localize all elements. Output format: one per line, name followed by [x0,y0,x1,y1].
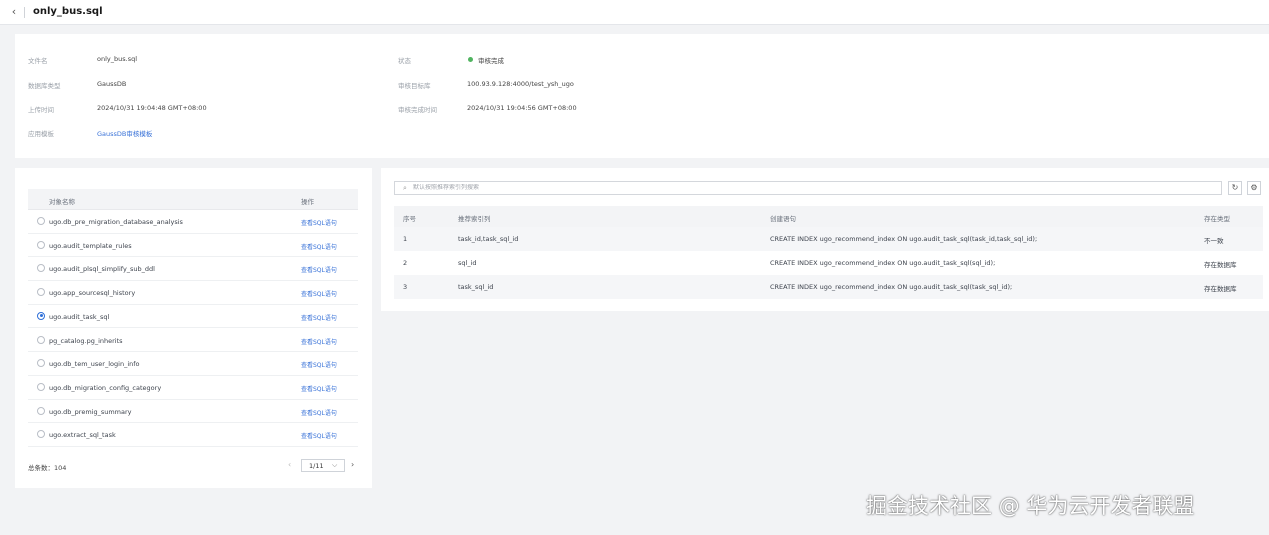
column-header-index-cols: 推荐索引列 [458,215,491,223]
create-statement: CREATE INDEX ugo_recommend_index ON ugo.… [770,283,1013,291]
table-row[interactable]: ugo.audit_task_sql 查看SQL语句 [28,305,358,329]
object-list-card: 对象名称 操作 ugo.db_pre_migration_database_an… [15,168,372,488]
column-header-action: 操作 [301,198,314,206]
column-header-exist-type: 存在类型 [1204,215,1230,223]
table-row[interactable]: ugo.audit_template_rules 查看SQL语句 [28,234,358,258]
next-page-icon[interactable]: › [351,460,354,469]
view-sql-link[interactable]: 查看SQL语句 [301,289,337,298]
table-row[interactable]: ugo.db_tem_user_login_info 查看SQL语句 [28,352,358,376]
view-sql-link[interactable]: 查看SQL语句 [301,242,337,251]
top-bar: ‹ only_bus.sql [0,0,1269,25]
view-sql-link[interactable]: 查看SQL语句 [301,218,337,227]
create-statement: CREATE INDEX ugo_recommend_index ON ugo.… [770,235,1038,243]
table-row: 1 task_id,task_sql_id CREATE INDEX ugo_rec… [394,227,1263,251]
exist-type: 存在数据库 [1204,261,1237,269]
row-radio[interactable] [37,359,45,368]
refresh-icon: ↻ [1231,183,1239,192]
row-number: 1 [403,235,408,243]
column-header-statement: 创建语句 [770,215,796,223]
upload-time-label: 上传时间 [28,106,54,114]
row-radio[interactable] [37,240,45,249]
object-name: ugo.audit_plsql_simplify_sub_ddl [49,265,155,274]
finish-time-label: 审核完成时间 [398,106,437,114]
template-link[interactable]: GaussDB审核模板 [97,128,152,138]
table-row[interactable]: ugo.db_premig_summary 查看SQL语句 [28,400,358,424]
index-recommend-card: ⌕ ↻ ⚙ 序号 推荐索引列 创建语句 存在类型 1 task_id,task_s… [381,168,1269,311]
view-sql-link[interactable]: 查看SQL语句 [301,431,337,440]
row-number: 3 [403,283,408,291]
view-sql-link[interactable]: 查看SQL语句 [301,313,337,322]
object-name: pg_catalog.pg_inherits [49,336,123,345]
template-label: 应用模板 [28,130,54,138]
view-sql-link[interactable]: 查看SQL语句 [301,360,337,369]
table-row[interactable]: pg_catalog.pg_inherits 查看SQL语句 [28,329,358,353]
row-number: 2 [403,259,408,267]
search-input[interactable] [413,184,913,191]
page-select[interactable]: 1/11 ⌵ [301,459,345,472]
exist-type: 不一致 [1204,237,1224,245]
target-db-value: 100.93.9.128:4000/test_ysh_ugo [467,80,574,88]
object-name: ugo.db_premig_summary [49,407,132,416]
target-db-label: 审核目标库 [398,82,431,90]
object-name: ugo.db_tem_user_login_info [49,360,140,369]
divider [24,7,25,18]
gear-icon: ⚙ [1250,183,1258,192]
row-radio[interactable] [37,288,45,297]
table-row[interactable]: ugo.db_migration_config_category 查看SQL语句 [28,376,358,400]
object-name: ugo.db_pre_migration_database_analysis [49,218,183,226]
object-table-header: 对象名称 操作 [28,189,358,210]
object-name: ugo.extract_sql_task [49,431,116,440]
page-title: only_bus.sql [33,6,103,17]
table-row[interactable]: ugo.extract_sql_task 查看SQL语句 [28,423,358,447]
object-name: ugo.audit_task_sql [49,312,110,321]
search-box[interactable]: ⌕ [394,181,1222,195]
upload-time-value: 2024/10/31 19:04:48 GMT+08:00 [97,104,207,112]
file-name-value: only_bus.sql [97,55,138,63]
row-radio[interactable] [37,382,45,391]
column-header-no: 序号 [403,215,416,223]
row-radio[interactable] [37,264,45,273]
index-columns: sql_id [458,259,477,267]
column-header-object-name: 对象名称 [49,198,75,206]
exist-type: 存在数据库 [1204,285,1237,293]
view-sql-link[interactable]: 查看SQL语句 [301,408,337,417]
row-radio[interactable] [37,217,45,225]
index-columns: task_sql_id [458,283,494,291]
row-radio[interactable] [37,430,45,439]
chevron-down-icon: ⌵ [332,461,338,469]
index-table-header: 序号 推荐索引列 创建语句 存在类型 [394,206,1263,227]
row-radio[interactable] [37,406,45,415]
object-name: ugo.audit_template_rules [49,241,132,250]
refresh-button[interactable]: ↻ [1228,181,1242,195]
view-sql-link[interactable]: 查看SQL语句 [301,384,337,393]
file-info-card: 文件名 only_bus.sql 数据库类型 GaussDB 上传时间 2024… [15,34,1269,158]
file-name-label: 文件名 [28,57,48,65]
status-dot-icon [468,57,473,62]
create-statement: CREATE INDEX ugo_recommend_index ON ugo.… [770,259,996,267]
row-radio[interactable] [37,335,45,344]
table-row[interactable]: ugo.app_sourcesql_history 查看SQL语句 [28,281,358,305]
settings-button[interactable]: ⚙ [1247,181,1261,195]
index-columns: task_id,task_sql_id [458,235,519,243]
db-type-label: 数据库类型 [28,82,61,90]
view-sql-link[interactable]: 查看SQL语句 [301,265,337,274]
page-indicator: 1/11 [309,462,324,470]
status-value: 审核完成 [478,57,504,65]
table-row[interactable]: ugo.db_pre_migration_database_analysis 查看… [28,210,358,234]
db-type-value: GaussDB [97,80,127,88]
watermark: 掘金技术社区 @ 华为云开发者联盟 [866,494,1195,518]
prev-page-icon[interactable]: ‹ [288,460,291,469]
status-label: 状态 [398,57,411,65]
object-name: ugo.db_migration_config_category [49,383,162,392]
finish-time-value: 2024/10/31 19:04:56 GMT+08:00 [467,104,577,112]
table-row: 2 sql_id CREATE INDEX ugo_recommend_index … [394,251,1263,275]
total-count: 总条数：104 [28,464,67,472]
table-row: 3 task_sql_id CREATE INDEX ugo_recommend_i… [394,275,1263,299]
view-sql-link[interactable]: 查看SQL语句 [301,337,337,346]
row-radio[interactable] [37,311,45,320]
table-row[interactable]: ugo.audit_plsql_simplify_sub_ddl 查看SQL语句 [28,257,358,282]
chevron-left-icon[interactable]: ‹ [8,6,20,18]
object-name: ugo.app_sourcesql_history [49,289,136,298]
search-icon: ⌕ [403,184,407,192]
